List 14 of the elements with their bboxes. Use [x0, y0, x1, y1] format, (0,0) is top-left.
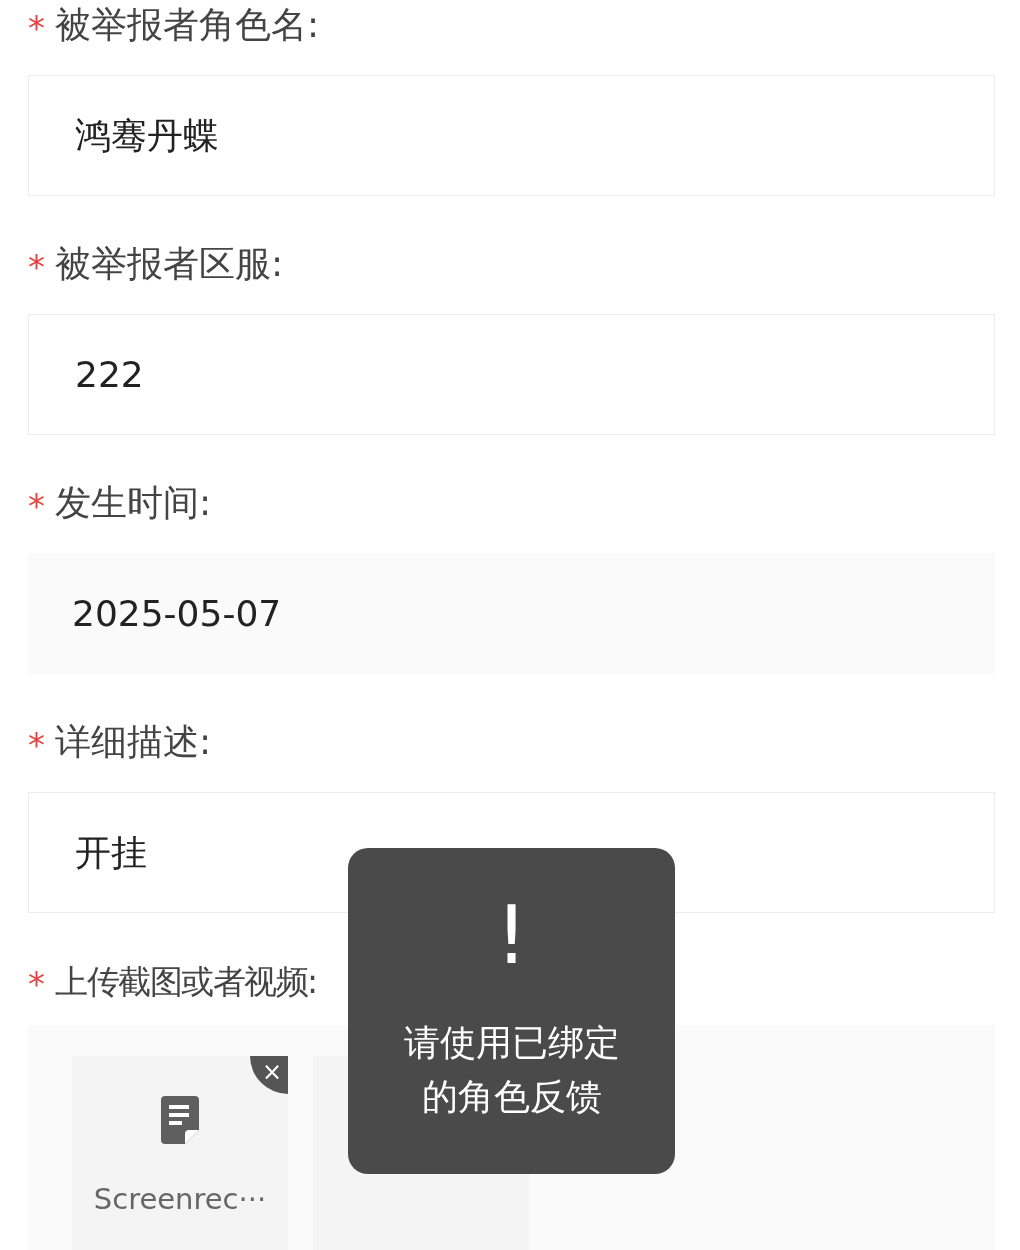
required-mark: *	[28, 11, 45, 45]
field-label: 发生时间:	[55, 485, 212, 521]
field-label: 被举报者区服:	[55, 246, 284, 282]
required-mark: *	[28, 489, 45, 523]
file-name: Screenrec···	[93, 1181, 267, 1218]
toast-message: 的角色反馈	[421, 1075, 602, 1119]
required-mark: *	[28, 728, 45, 762]
required-mark: *	[28, 250, 45, 284]
required-mark: *	[28, 967, 45, 1001]
field-label: 被举报者角色名:	[55, 7, 320, 43]
field-label: 上传截图或者视频:	[55, 964, 317, 998]
field-label: 详细描述:	[55, 724, 212, 760]
toast-message: 请使用已绑定	[403, 1021, 620, 1065]
warning-icon: !	[495, 896, 528, 976]
